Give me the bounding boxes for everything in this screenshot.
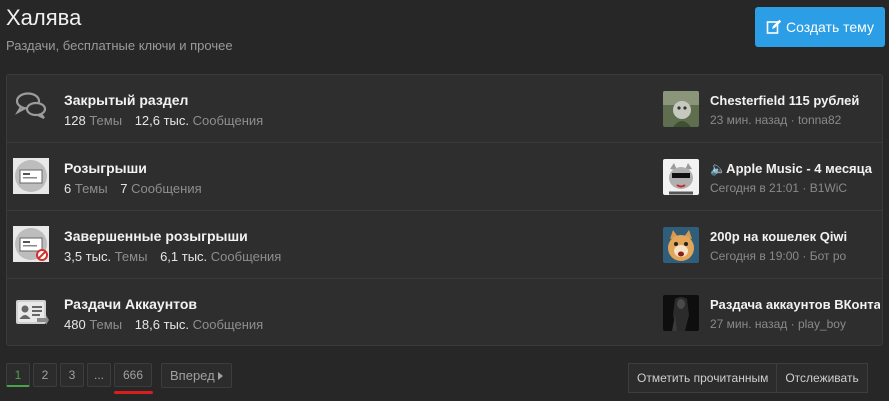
- account-card-icon: [13, 294, 49, 330]
- threads-label: Темы: [89, 113, 123, 128]
- page-title: Халява: [6, 5, 82, 30]
- page-link-1[interactable]: 1: [6, 363, 30, 387]
- threads-label: Темы: [114, 249, 148, 264]
- forum-node-list: Закрытый раздел 128 Темы 12,6 тыс. Сообщ…: [6, 74, 883, 346]
- giveaway-ticket-icon: [13, 158, 49, 194]
- mark-read-button[interactable]: Отметить прочитанным: [628, 363, 778, 393]
- messages-count: 7: [120, 181, 128, 196]
- threads-count: 480: [64, 317, 86, 332]
- last-post: Раздача аккаунтов ВКонтакте 27 мин. наза…: [663, 294, 882, 334]
- last-post: Chesterfield 115 рублей 23 мин. назад · …: [663, 90, 882, 130]
- last-post-title[interactable]: Chesterfield 115 рублей: [710, 93, 880, 108]
- messages-label: Сообщения: [192, 317, 264, 332]
- watch-button[interactable]: Отслеживать: [777, 363, 868, 393]
- next-page-button[interactable]: Вперед: [161, 363, 232, 388]
- red-underline-annotation: [114, 391, 153, 394]
- giveaway-ended-icon: [13, 226, 49, 262]
- page-link-last[interactable]: 666: [114, 363, 153, 387]
- threads-label: Темы: [89, 317, 123, 332]
- last-post-meta: Сегодня в 19:00 · Бот ро: [710, 249, 847, 263]
- node-stats: 6 Темы 7 Сообщения: [64, 181, 202, 196]
- last-post-meta: 23 мин. назад · tonna82: [710, 113, 842, 127]
- next-page-label: Вперед: [170, 368, 215, 383]
- messages-label: Сообщения: [131, 181, 202, 196]
- node-stats: 480 Темы 18,6 тыс. Сообщения: [64, 317, 263, 332]
- speech-bubbles-icon: [13, 90, 49, 126]
- forum-node-accounts: Раздачи Аккаунтов 480 Темы 18,6 тыс. Соо…: [7, 279, 882, 345]
- last-post-meta: 27 мин. назад · play_boy: [710, 317, 846, 331]
- create-thread-button[interactable]: Создать тему: [755, 7, 885, 47]
- last-post-meta: Сегодня в 21:01 · B1WiC: [710, 181, 848, 195]
- node-title[interactable]: Розыгрыши: [64, 160, 147, 176]
- threads-count: 3,5 тыс.: [64, 249, 112, 264]
- pagination: 1 2 3 ... 666: [6, 363, 153, 387]
- page-link-3[interactable]: 3: [60, 363, 84, 387]
- forum-node-finished-giveaways: Завершенные розыгрыши 3,5 тыс. Темы 6,1 …: [7, 211, 882, 279]
- last-post: 🔈Apple Music - 4 месяца Сегодня в 21:01 …: [663, 158, 882, 198]
- caret-right-icon: [217, 368, 223, 383]
- node-title[interactable]: Раздачи Аккаунтов: [64, 296, 197, 312]
- page-jump-ellipsis[interactable]: ...: [87, 363, 112, 387]
- messages-count: 12,6 тыс.: [134, 113, 190, 128]
- last-post-title[interactable]: 200р на кошелек Qiwi: [710, 229, 880, 244]
- threads-count: 128: [64, 113, 86, 128]
- node-title[interactable]: Завершенные розыгрыши: [64, 228, 248, 244]
- threads-label: Темы: [74, 181, 108, 196]
- forum-actions: Отметить прочитанным Отслеживать: [628, 363, 868, 393]
- avatar[interactable]: [663, 159, 699, 195]
- avatar[interactable]: [663, 91, 699, 127]
- messages-count: 6,1 тыс.: [160, 249, 208, 264]
- node-title[interactable]: Закрытый раздел: [64, 92, 188, 108]
- page-description: Раздачи, бесплатные ключи и прочее: [6, 38, 233, 53]
- messages-label: Сообщения: [210, 249, 282, 264]
- last-post: 200р на кошелек Qiwi Сегодня в 19:00 · Б…: [663, 226, 882, 266]
- edit-icon: [766, 19, 782, 35]
- threads-count: 6: [64, 181, 72, 196]
- forum-node-giveaways: Розыгрыши 6 Темы 7 Сообщения 🔈Apple Musi…: [7, 143, 882, 211]
- node-stats: 3,5 тыс. Темы 6,1 тыс. Сообщения: [64, 249, 281, 264]
- last-post-title[interactable]: 🔈Apple Music - 4 месяца: [710, 161, 880, 177]
- node-stats: 128 Темы 12,6 тыс. Сообщения: [64, 113, 263, 128]
- page-link-2[interactable]: 2: [33, 363, 57, 387]
- create-thread-label: Создать тему: [786, 19, 874, 35]
- last-post-title[interactable]: Раздача аккаунтов ВКонтакте: [710, 297, 880, 312]
- messages-label: Сообщения: [192, 113, 264, 128]
- forum-node-closed: Закрытый раздел 128 Темы 12,6 тыс. Сообщ…: [7, 75, 882, 143]
- avatar[interactable]: [663, 295, 699, 331]
- messages-count: 18,6 тыс.: [134, 317, 190, 332]
- avatar[interactable]: [663, 227, 699, 263]
